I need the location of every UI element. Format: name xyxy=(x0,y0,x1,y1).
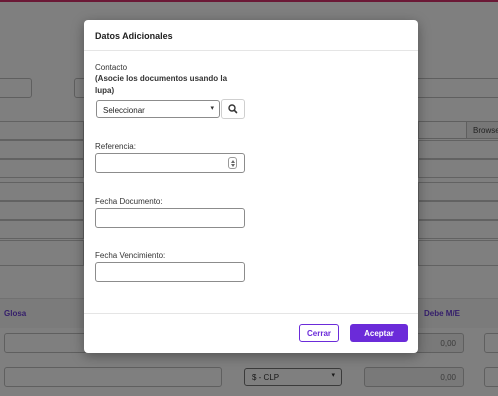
fecha-vencimiento-label: Fecha Vencimiento: xyxy=(95,251,166,260)
fecha-vencimiento-input[interactable] xyxy=(95,262,245,282)
datos-adicionales-modal: Datos Adicionales Contacto (Asocie los d… xyxy=(84,20,418,353)
fecha-documento-label: Fecha Documento: xyxy=(95,197,163,206)
cerrar-button[interactable]: Cerrar xyxy=(299,324,339,342)
modal-title: Datos Adicionales xyxy=(95,31,173,41)
search-contact-button[interactable] xyxy=(221,99,245,119)
fecha-documento-input[interactable] xyxy=(95,208,245,228)
aceptar-button[interactable]: Aceptar xyxy=(350,324,408,342)
contacto-label: Contacto xyxy=(95,63,128,72)
referencia-label: Referencia: xyxy=(95,142,136,151)
header-divider xyxy=(84,50,418,51)
magnifier-icon xyxy=(228,104,238,114)
number-spinner[interactable] xyxy=(228,157,237,169)
contacto-select[interactable]: Seleccionar ▾ xyxy=(96,100,220,118)
contacto-hint: (Asocie los documentos usando la lupa) xyxy=(95,74,228,95)
contacto-select-value: Seleccionar xyxy=(103,106,145,115)
referencia-input[interactable] xyxy=(95,153,245,173)
footer-divider xyxy=(84,313,418,314)
caret-down-icon: ▾ xyxy=(210,105,214,112)
